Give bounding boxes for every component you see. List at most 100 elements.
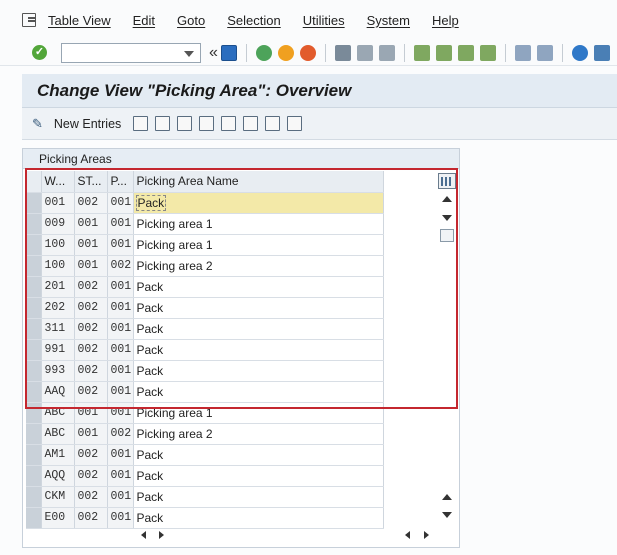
menu-goto[interactable]: Goto (177, 13, 205, 28)
previous-page-icon[interactable] (435, 44, 452, 61)
row-selector[interactable] (26, 507, 42, 529)
deselect-all-icon[interactable] (243, 116, 259, 131)
row-selector[interactable] (26, 318, 42, 340)
find-icon[interactable] (356, 44, 373, 61)
shortcut-icon[interactable] (536, 44, 553, 61)
cancel-icon[interactable] (299, 44, 316, 61)
scroll-left-arrow-icon[interactable] (405, 531, 410, 539)
horizontal-scrollbar[interactable] (135, 527, 435, 543)
row-selector[interactable] (26, 255, 42, 277)
picking-area-name-cell[interactable]: Pack (133, 276, 384, 298)
picking-area-name-cell[interactable]: Picking area 1 (133, 213, 384, 235)
select-all-column-header[interactable] (26, 171, 42, 193)
table-row[interactable]: AAQ 002 001 Pack (26, 381, 384, 403)
row-selector[interactable] (26, 381, 42, 403)
picking-area-name-cell[interactable]: Pack (133, 465, 384, 487)
row-selector[interactable] (26, 276, 42, 298)
table-row[interactable]: 201 002 001 Pack (26, 276, 384, 298)
menu-edit[interactable]: Edit (133, 13, 155, 28)
scroll-thumb[interactable] (440, 229, 454, 242)
table-row[interactable]: 991 002 001 Pack (26, 339, 384, 361)
table-row[interactable]: AQQ 002 001 Pack (26, 465, 384, 487)
enter-check-icon[interactable]: ✓ (32, 45, 47, 60)
next-page-icon[interactable] (457, 44, 474, 61)
column-header-warehouse[interactable]: W... (41, 171, 75, 193)
row-selector[interactable] (26, 423, 42, 445)
new-session-icon[interactable] (514, 44, 531, 61)
picking-area-name-cell[interactable]: Pack (133, 381, 384, 403)
row-selector[interactable] (26, 339, 42, 361)
scroll-up-arrow-icon[interactable] (442, 196, 452, 202)
picking-area-name-cell[interactable]: Pack (133, 486, 384, 508)
table-row[interactable]: 100 001 002 Picking area 2 (26, 255, 384, 277)
table-row[interactable]: ABC 001 001 Picking area 1 (26, 402, 384, 424)
column-header-picking-area[interactable]: P... (107, 171, 134, 193)
first-page-icon[interactable] (413, 44, 430, 61)
copy-as-icon[interactable] (133, 116, 149, 131)
row-selector[interactable] (26, 192, 42, 214)
picking-area-name-cell[interactable]: Pack (133, 339, 384, 361)
column-config-icon[interactable] (438, 173, 456, 189)
help-icon[interactable] (571, 44, 588, 61)
picking-area-name-cell[interactable]: Pack (133, 507, 384, 529)
layout-menu-icon[interactable] (593, 44, 610, 61)
row-selector[interactable] (26, 213, 42, 235)
table-row[interactable]: 311 002 001 Pack (26, 318, 384, 340)
table-row[interactable]: CKM 002 001 Pack (26, 486, 384, 508)
table-row[interactable]: 202 002 001 Pack (26, 297, 384, 319)
scroll-up-arrow-icon[interactable] (442, 494, 452, 500)
focused-input-text[interactable]: Pack (135, 194, 167, 211)
menu-icon[interactable] (22, 13, 36, 27)
table-row[interactable]: 993 002 001 Pack (26, 360, 384, 382)
select-block-icon[interactable] (221, 116, 237, 131)
command-field[interactable] (61, 42, 201, 63)
save-icon[interactable] (220, 44, 237, 61)
print-icon[interactable] (334, 44, 351, 61)
menu-utilities[interactable]: Utilities (303, 13, 345, 28)
new-entries-button[interactable]: New Entries (54, 117, 121, 131)
row-selector[interactable] (26, 402, 42, 424)
table-row[interactable]: 001 002 001 Pack (26, 192, 384, 214)
picking-area-name-cell[interactable]: Picking area 2 (133, 255, 384, 277)
column-header-picking-area-name[interactable]: Picking Area Name (133, 171, 384, 193)
vertical-scrollbar[interactable] (438, 190, 456, 526)
table-row[interactable]: ABC 001 002 Picking area 2 (26, 423, 384, 445)
back-icon[interactable] (255, 44, 272, 61)
select-all-icon[interactable] (199, 116, 215, 131)
table-row[interactable]: 009 001 001 Picking area 1 (26, 213, 384, 235)
menu-help[interactable]: Help (432, 13, 459, 28)
row-selector[interactable] (26, 465, 42, 487)
picking-area-name-cell[interactable]: Picking area 1 (133, 234, 384, 256)
picking-area-name-cell[interactable]: Pack (133, 360, 384, 382)
last-page-icon[interactable] (479, 44, 496, 61)
picking-area-name-cell[interactable]: Picking area 1 (133, 402, 384, 424)
scroll-left-arrow-icon[interactable] (141, 531, 146, 539)
picking-area-name-cell[interactable]: Pack (133, 297, 384, 319)
scroll-down-arrow-icon[interactable] (442, 215, 452, 221)
exit-icon[interactable] (277, 44, 294, 61)
display-change-icon[interactable]: ✎ (32, 116, 43, 131)
picking-area-name-cell[interactable]: Pack (133, 192, 384, 214)
find-next-icon[interactable] (378, 44, 395, 61)
scroll-right-arrow-icon[interactable] (159, 531, 164, 539)
row-selector[interactable] (26, 444, 42, 466)
scroll-right-arrow-icon[interactable] (424, 531, 429, 539)
scroll-down-arrow-icon[interactable] (442, 512, 452, 518)
picking-area-name-cell[interactable]: Pack (133, 444, 384, 466)
picking-area-name-cell[interactable]: Pack (133, 318, 384, 340)
row-selector[interactable] (26, 297, 42, 319)
row-selector[interactable] (26, 234, 42, 256)
row-selector[interactable] (26, 486, 42, 508)
table-row[interactable]: 100 001 001 Picking area 1 (26, 234, 384, 256)
variant-icon[interactable] (287, 116, 303, 131)
undo-change-icon[interactable] (177, 116, 193, 131)
print-field-list-icon[interactable] (265, 116, 281, 131)
table-row[interactable]: E00 002 001 Pack (26, 507, 384, 529)
menu-system[interactable]: System (367, 13, 410, 28)
picking-area-name-cell[interactable]: Picking area 2 (133, 423, 384, 445)
row-selector[interactable] (26, 360, 42, 382)
column-header-storage-type[interactable]: ST... (74, 171, 108, 193)
collapse-arrow-icon[interactable]: « (209, 44, 218, 62)
delete-icon[interactable] (155, 116, 171, 131)
menu-selection[interactable]: Selection (227, 13, 280, 28)
